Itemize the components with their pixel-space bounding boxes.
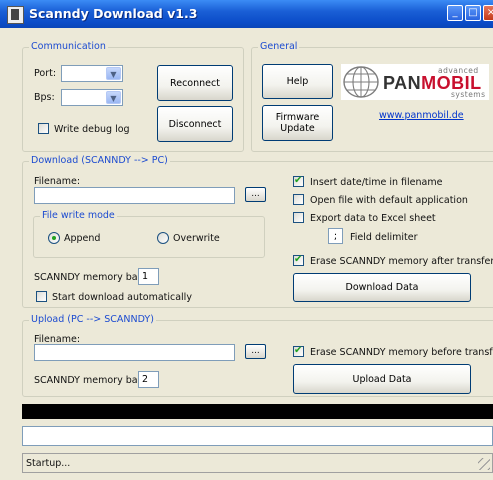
status-text: Startup... xyxy=(26,458,71,469)
website-link[interactable]: www.panmobil.de xyxy=(379,110,464,121)
upload-memory-bank-input[interactable] xyxy=(138,371,159,388)
download-data-button[interactable]: Download Data xyxy=(293,273,471,302)
disconnect-button[interactable]: Disconnect xyxy=(157,106,233,142)
download-legend: Download (SCANNDY --> PC) xyxy=(29,155,170,166)
insert-datetime-checkbox[interactable] xyxy=(293,175,304,187)
upload-legend: Upload (PC --> SCANNDY) xyxy=(29,314,156,325)
open-file-label: Open file with default application xyxy=(310,195,468,206)
chevron-down-icon[interactable]: ▼ xyxy=(106,67,121,80)
logo-systems-text: systems xyxy=(451,90,486,99)
erase-after-checkbox[interactable] xyxy=(293,254,304,266)
append-radio[interactable] xyxy=(48,232,60,244)
help-button[interactable]: Help xyxy=(262,64,333,99)
erase-before-label: Erase SCANNDY memory before transfer xyxy=(310,347,493,358)
download-memory-bank-input[interactable] xyxy=(138,268,159,285)
close-icon[interactable]: × xyxy=(483,5,493,21)
file-write-mode-legend: File write mode xyxy=(40,210,117,221)
auto-start-checkbox[interactable] xyxy=(36,291,47,302)
export-excel-label: Export data to Excel sheet xyxy=(310,213,436,224)
maximize-icon[interactable]: □ xyxy=(465,5,481,21)
bps-label: Bps: xyxy=(34,92,55,103)
communication-legend: Communication xyxy=(29,41,108,52)
overwrite-label: Overwrite xyxy=(173,233,220,244)
download-filename-label: Filename: xyxy=(34,176,81,187)
window-title: Scanndy Download v1.3 xyxy=(29,6,198,21)
upload-memory-bank-label: SCANNDY memory bank: xyxy=(34,375,153,386)
firmware-update-button[interactable]: Firmware Update xyxy=(262,105,333,141)
general-legend: General xyxy=(258,41,300,52)
port-label: Port: xyxy=(34,68,57,79)
auto-start-label: Start download automatically xyxy=(52,292,192,303)
panmobil-logo: advanced PANMOBIL systems xyxy=(341,64,489,100)
export-excel-checkbox[interactable] xyxy=(293,212,304,223)
open-file-checkbox[interactable] xyxy=(293,194,304,205)
erase-before-checkbox[interactable] xyxy=(293,345,304,357)
download-filename-input[interactable] xyxy=(34,187,235,204)
log-output xyxy=(22,426,493,446)
download-memory-bank-label: SCANNDY memory bank: xyxy=(34,272,153,283)
field-delimiter-input[interactable] xyxy=(328,228,343,244)
minimize-icon[interactable]: _ xyxy=(447,5,463,21)
app-window: Scanndy Download v1.3 _ □ × Communicatio… xyxy=(0,0,493,480)
resize-grip-icon[interactable] xyxy=(478,458,490,470)
chevron-down-icon[interactable]: ▼ xyxy=(106,91,121,104)
overwrite-radio[interactable] xyxy=(157,232,169,244)
upload-data-button[interactable]: Upload Data xyxy=(293,364,471,394)
debug-log-checkbox[interactable] xyxy=(38,123,49,134)
port-select[interactable]: ▼ xyxy=(61,65,123,82)
status-bar: Startup... xyxy=(22,453,493,473)
progress-bar xyxy=(22,404,493,419)
erase-after-label: Erase SCANNDY memory after transfer xyxy=(310,256,493,267)
debug-log-label: Write debug log xyxy=(54,124,130,135)
insert-datetime-label: Insert date/time in filename xyxy=(310,177,443,188)
download-browse-button[interactable]: ... xyxy=(245,187,266,202)
bps-select[interactable]: ▼ xyxy=(61,89,123,106)
upload-browse-button[interactable]: ... xyxy=(245,344,266,359)
title-bar[interactable]: Scanndy Download v1.3 _ □ × xyxy=(0,0,493,28)
firmware-label-line2: Update xyxy=(280,123,315,134)
upload-filename-input[interactable] xyxy=(34,344,235,361)
append-label: Append xyxy=(64,233,101,244)
firmware-label-line1: Firmware xyxy=(275,112,320,123)
app-icon xyxy=(7,6,24,24)
reconnect-button[interactable]: Reconnect xyxy=(157,65,233,101)
field-delimiter-label: Field delimiter xyxy=(350,232,418,243)
